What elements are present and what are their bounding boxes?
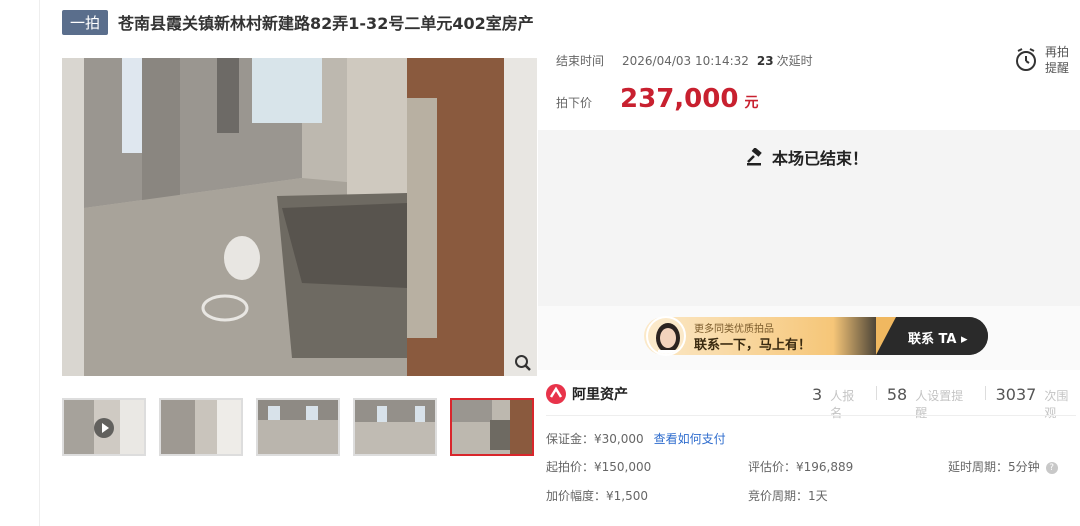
price-unit: 元 (744, 95, 759, 111)
deposit-field: 保证金：¥30,000 查看如何支付 (546, 430, 726, 447)
play-icon (94, 418, 114, 438)
divider (546, 415, 1076, 416)
help-icon[interactable]: ? (1045, 461, 1058, 474)
price-label: 拍下价 (556, 96, 593, 110)
remind-label: 再拍提醒 (1045, 45, 1070, 75)
delay-label: 次延时 (776, 54, 813, 68)
deposit-payment-link[interactable]: 查看如何支付 (654, 432, 726, 446)
thumbnail-3[interactable] (256, 398, 340, 456)
thumbnail-video[interactable] (62, 398, 146, 456)
zoom-icon[interactable] (514, 354, 532, 372)
thumbnail-strip (62, 398, 547, 456)
delay-period-value: 延时周期：5分钟 (948, 460, 1040, 474)
left-rail (0, 0, 40, 526)
signup-count: 3 (812, 385, 823, 404)
delay-period-field: 延时周期：5分钟? (948, 458, 1058, 475)
ali-assets-logo-icon (546, 384, 566, 404)
end-time-value: 2026/04/03 10:14:32 (622, 53, 749, 68)
agent-avatar (646, 316, 686, 356)
thumbnail-2[interactable] (159, 398, 243, 456)
main-photo[interactable] (62, 58, 537, 376)
final-price: 237,000 (620, 84, 739, 114)
brand: 阿里资产 (546, 384, 628, 404)
bid-period-field: 竞价周期：1天 (748, 489, 828, 503)
auction-ended-notice: 本场已结束！ (746, 145, 868, 169)
price-row: 拍下价 237,000 元 (556, 84, 758, 114)
deposit-value: 保证金：¥30,000 (546, 432, 644, 446)
view-count: 3037 (995, 385, 1037, 404)
reminder-count: 58 (886, 385, 908, 404)
title-row: 一拍 苍南县霞关镇新林村新建路82弄1-32号二单元402室房产 (62, 8, 534, 36)
contact-title: 联系一下，马上有！ (694, 338, 812, 353)
increment-field: 加价幅度：¥1,500 (546, 489, 648, 503)
contact-ta-button[interactable]: 联系 TA ▸ (908, 328, 968, 347)
contact-subtitle: 更多同类优质拍品 (694, 324, 774, 335)
appraisal-field: 评估价：¥196,889 (748, 460, 854, 474)
end-time-label: 结束时间 (556, 54, 605, 68)
thumbnail-5-selected[interactable] (450, 398, 534, 456)
auction-round-badge: 一拍 (62, 9, 109, 35)
brand-name: 阿里资产 (572, 387, 628, 403)
auction-ended-text: 本场已结束！ (772, 149, 869, 168)
stats-divider (875, 386, 877, 400)
alarm-clock-icon (1016, 48, 1036, 71)
contact-divider (876, 317, 896, 355)
thumbnail-4[interactable] (353, 398, 437, 456)
end-time-row: 结束时间 2026/04/03 10:14:32 23 次延时 (556, 52, 813, 69)
stats-divider (984, 386, 986, 400)
gavel-icon (747, 148, 762, 166)
start-price-field: 起拍价：¥150,000 (546, 460, 652, 474)
delay-count: 23 (756, 53, 774, 68)
page-title: 苍南县霞关镇新林村新建路82弄1-32号二单元402室房产 (118, 14, 534, 33)
re-auction-remind-button[interactable]: 再拍提醒 (1013, 44, 1073, 76)
